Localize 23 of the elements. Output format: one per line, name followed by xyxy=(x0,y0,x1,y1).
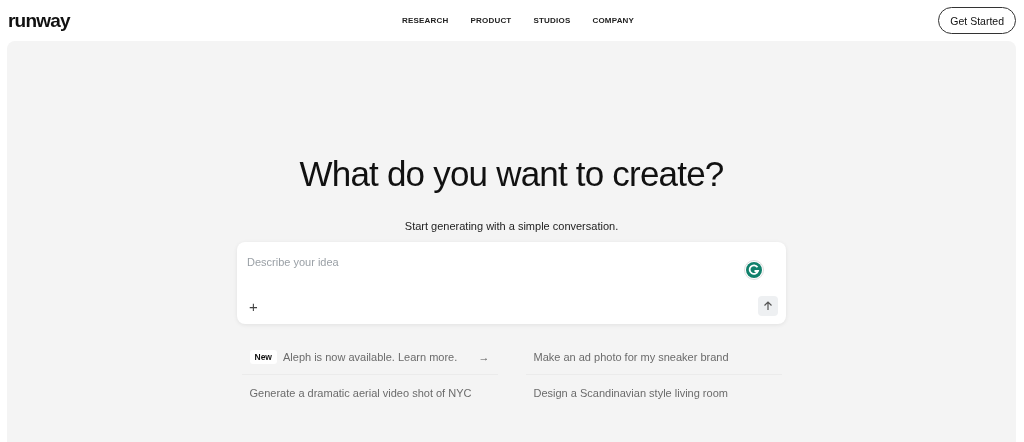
prompt-field[interactable]: Describe your idea + xyxy=(237,242,786,324)
add-button[interactable]: + xyxy=(245,297,262,315)
arrow-icon: → xyxy=(478,351,490,363)
nav-link[interactable]: RESEARCH xyxy=(402,16,449,25)
suggestion-item[interactable]: Generate a dramatic aerial video shot of NYC xyxy=(241,375,498,410)
grammarly-icon[interactable] xyxy=(744,260,764,280)
new-badge: New xyxy=(249,350,277,364)
nav-link[interactable]: PRODUCT xyxy=(470,16,512,25)
suggestion-text: Aleph is now available. Learn more. xyxy=(283,351,458,363)
heading: What do you want to create? xyxy=(299,154,724,194)
suggestion-item[interactable]: Design a Scandinavian style living room xyxy=(525,375,782,410)
get-started-button[interactable]: Get Started xyxy=(938,7,1016,34)
suggestion-item[interactable]: Make an ad photo for my sneaker brand xyxy=(525,340,782,375)
subheading: Start generating with a simple conversation. xyxy=(404,220,619,232)
suggestion-item[interactable]: New Aleph is now available. Learn more. → xyxy=(241,340,498,375)
nav-link[interactable]: COMPANY xyxy=(592,16,635,25)
nav-link[interactable]: STUDIOS xyxy=(533,16,571,25)
send-button[interactable] xyxy=(758,296,778,316)
suggestion-text: Make an ad photo for my sneaker brand xyxy=(533,351,729,363)
suggestion-text: Design a Scandinavian style living room xyxy=(533,386,728,399)
logo[interactable]: runway xyxy=(8,9,70,32)
arrow-up-icon xyxy=(763,301,773,311)
suggestion-text: Generate a dramatic aerial video shot of NYC xyxy=(249,386,472,399)
